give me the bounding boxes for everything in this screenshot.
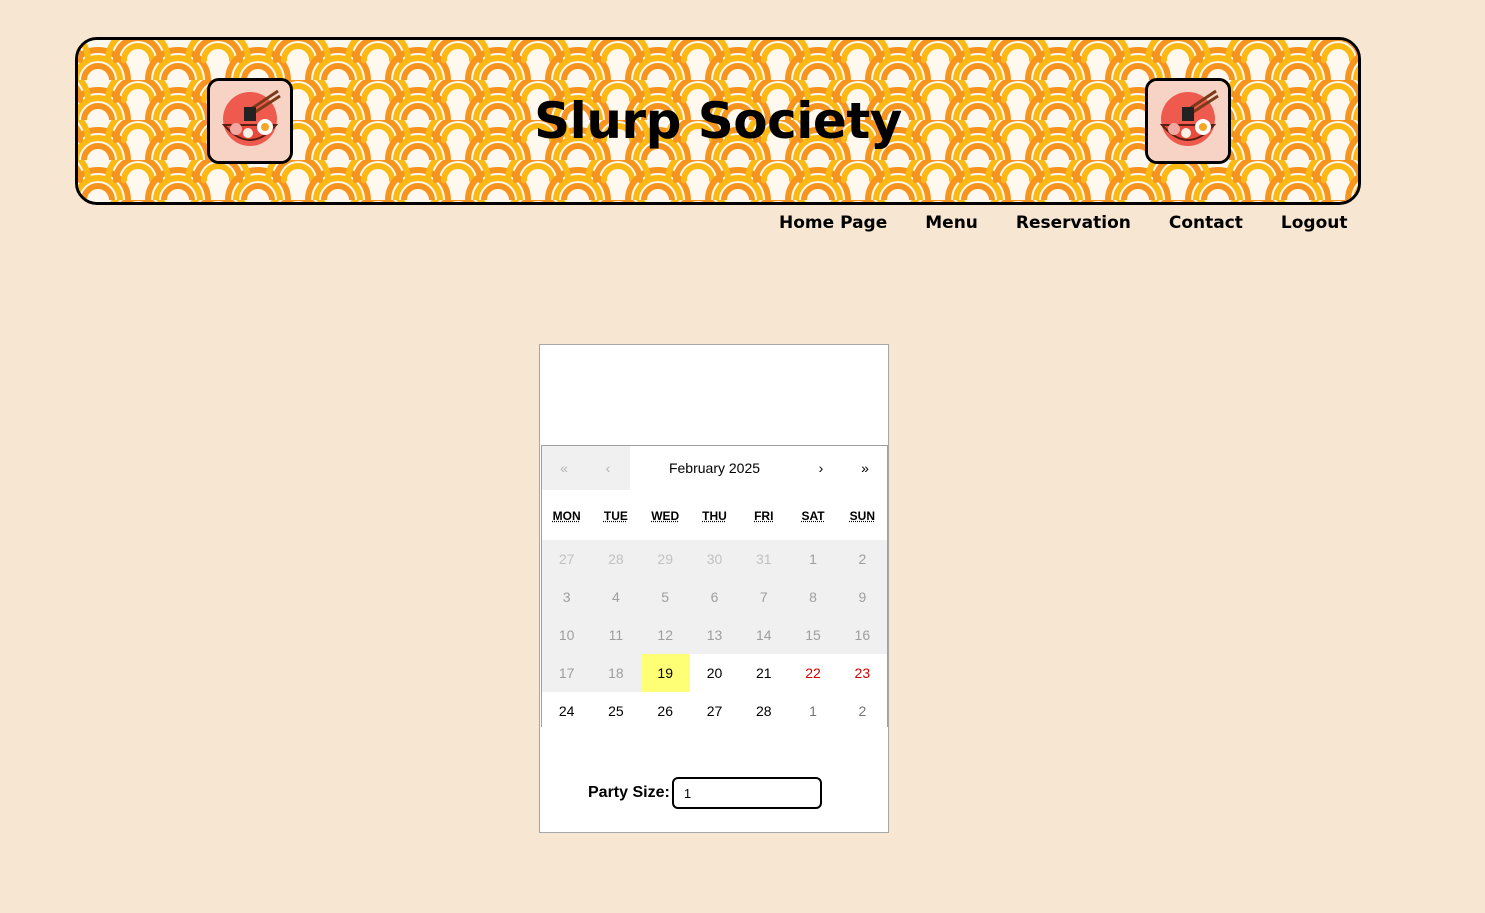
ramen-bowl-icon xyxy=(1145,78,1231,164)
calendar-day[interactable]: 21 xyxy=(739,654,789,692)
prev-month-button[interactable]: ‹ xyxy=(586,446,630,490)
calendar-day[interactable]: 25 xyxy=(591,692,641,730)
calendar-day[interactable]: 20 xyxy=(689,654,740,692)
calendar-day-today[interactable]: 19 xyxy=(640,654,690,692)
next-year-button[interactable]: » xyxy=(843,446,887,490)
weekday-label: WED xyxy=(651,509,680,523)
calendar-day[interactable]: 31 xyxy=(739,540,789,578)
prev-year-button[interactable]: « xyxy=(542,446,586,490)
calendar-day[interactable]: 13 xyxy=(689,616,740,654)
weekday-label: MON xyxy=(552,509,581,523)
calendar-day[interactable]: 27 xyxy=(542,540,592,578)
calendar-day[interactable]: 26 xyxy=(640,692,690,730)
weekday-header: MON TUE WED THU FRI SAT SUN xyxy=(542,510,887,540)
calendar-day[interactable]: 12 xyxy=(640,616,690,654)
weekday-label: SUN xyxy=(849,509,875,523)
weekday-label: THU xyxy=(702,509,727,523)
calendar-day[interactable]: 28 xyxy=(591,540,641,578)
calendar-day[interactable]: 3 xyxy=(542,578,592,616)
calendar-day[interactable]: 16 xyxy=(837,616,887,654)
nav-home[interactable]: Home Page xyxy=(760,213,906,233)
calendar-day[interactable]: 6 xyxy=(689,578,740,616)
calendar-day[interactable]: 29 xyxy=(640,540,690,578)
calendar-day[interactable]: 5 xyxy=(640,578,690,616)
party-size-row: Party Size: xyxy=(588,777,822,809)
next-month-button[interactable]: › xyxy=(799,446,843,490)
calendar-day[interactable]: 24 xyxy=(542,692,592,730)
calendar-day[interactable]: 17 xyxy=(542,654,592,692)
calendar-day[interactable]: 11 xyxy=(591,616,641,654)
reservation-card: « ‹ February 2025 › » MON TUE WED THU FR… xyxy=(539,344,889,833)
weekday-label: FRI xyxy=(754,509,774,523)
calendar-day[interactable]: 9 xyxy=(837,578,887,616)
calendar-day[interactable]: 28 xyxy=(739,692,789,730)
party-size-input[interactable] xyxy=(671,777,822,809)
calendar-day[interactable]: 1 xyxy=(788,540,838,578)
calendar-day[interactable]: 23 xyxy=(837,654,887,692)
nav-logout[interactable]: Logout xyxy=(1262,213,1367,233)
calendar-day[interactable]: 14 xyxy=(739,616,789,654)
calendar-day[interactable]: 4 xyxy=(591,578,641,616)
calendar-day[interactable]: 18 xyxy=(591,654,641,692)
calendar-day[interactable]: 2 xyxy=(837,692,887,730)
calendar-day[interactable]: 15 xyxy=(788,616,838,654)
nav-reservation[interactable]: Reservation xyxy=(997,213,1150,233)
calendar-day[interactable]: 10 xyxy=(542,616,592,654)
nav-menu[interactable]: Menu xyxy=(906,213,997,233)
calendar-day[interactable]: 27 xyxy=(689,692,740,730)
main-nav: Home Page Menu Reservation Contact Logou… xyxy=(760,213,1367,233)
calendar-day[interactable]: 7 xyxy=(739,578,789,616)
calendar-day[interactable]: 1 xyxy=(788,692,838,730)
calendar-navigation: « ‹ February 2025 › » xyxy=(542,446,887,490)
weekday-label: TUE xyxy=(603,509,628,523)
calendar-day[interactable]: 8 xyxy=(788,578,838,616)
weekday-label: SAT xyxy=(801,509,825,523)
calendar-day[interactable]: 22 xyxy=(788,654,838,692)
calendar-day[interactable]: 2 xyxy=(837,540,887,578)
calendar-day[interactable]: 30 xyxy=(689,540,740,578)
header-banner: Slurp Society xyxy=(75,37,1361,205)
nav-contact[interactable]: Contact xyxy=(1150,213,1262,233)
party-size-label: Party Size: xyxy=(588,784,670,801)
date-calendar: « ‹ February 2025 › » MON TUE WED THU FR… xyxy=(541,445,888,730)
calendar-month-label[interactable]: February 2025 xyxy=(630,446,799,490)
calendar-day-grid: 27 28 29 30 31 1 2 3 4 5 6 7 8 9 10 11 12 13 14 15 16 17 18 19 2… xyxy=(542,540,887,730)
